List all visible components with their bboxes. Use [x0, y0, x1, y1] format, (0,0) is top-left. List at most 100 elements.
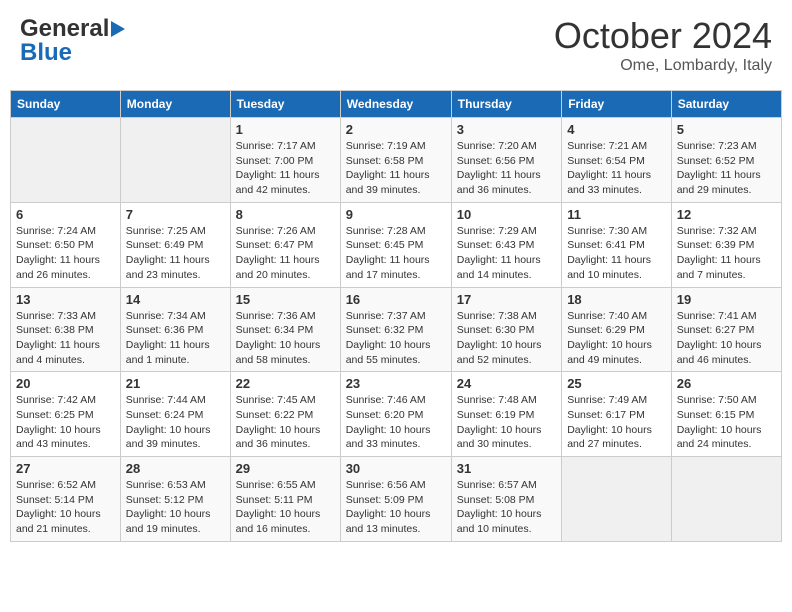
day-number: 19 [677, 292, 776, 307]
calendar-cell: 26Sunrise: 7:50 AMSunset: 6:15 PMDayligh… [671, 372, 781, 457]
calendar-cell: 19 Sunrise: 7:41 AMSunset: 6:27 PMDayligh… [671, 287, 781, 372]
calendar-cell [671, 457, 781, 542]
calendar-cell: 22 Sunrise: 7:45 AMSunset: 6:22 PMDayligh… [230, 372, 340, 457]
weekday-header-thursday: Thursday [451, 91, 561, 118]
calendar-week-row: 13Sunrise: 7:33 AMSunset: 6:38 PMDayligh… [11, 287, 782, 372]
day-number: 15 [236, 292, 335, 307]
calendar-cell: 13Sunrise: 7:33 AMSunset: 6:38 PMDayligh… [11, 287, 121, 372]
weekday-header-monday: Monday [120, 91, 230, 118]
calendar-cell: 3 Sunrise: 7:20 AMSunset: 6:56 PMDaylight… [451, 118, 561, 203]
calendar-cell: 14 Sunrise: 7:34 AMSunset: 6:36 PMDayligh… [120, 287, 230, 372]
day-info: Sunrise: 6:53 AMSunset: 5:12 PMDaylight:… [126, 478, 225, 537]
day-number: 4 [567, 122, 666, 137]
calendar-cell: 25 Sunrise: 7:49 AMSunset: 6:17 PMDayligh… [562, 372, 672, 457]
day-number: 21 [126, 376, 225, 391]
calendar-cell: 17 Sunrise: 7:38 AMSunset: 6:30 PMDayligh… [451, 287, 561, 372]
day-info: Sunrise: 7:30 AMSunset: 6:41 PMDaylight:… [567, 224, 666, 283]
day-number: 3 [457, 122, 556, 137]
calendar-cell: 21 Sunrise: 7:44 AMSunset: 6:24 PMDayligh… [120, 372, 230, 457]
calendar-cell: 11 Sunrise: 7:30 AMSunset: 6:41 PMDayligh… [562, 202, 672, 287]
day-info: Sunrise: 7:29 AMSunset: 6:43 PMDaylight:… [457, 224, 556, 283]
day-info: Sunrise: 6:52 AMSunset: 5:14 PMDaylight:… [16, 478, 115, 537]
logo-arrow-icon [111, 21, 125, 37]
calendar-cell: 9Sunrise: 7:28 AMSunset: 6:45 PMDaylight… [340, 202, 451, 287]
weekday-header-saturday: Saturday [671, 91, 781, 118]
logo-blue: Blue [20, 39, 72, 67]
day-info: Sunrise: 7:34 AMSunset: 6:36 PMDaylight:… [126, 309, 225, 368]
day-info: Sunrise: 7:44 AMSunset: 6:24 PMDaylight:… [126, 393, 225, 452]
calendar-cell: 1 Sunrise: 7:17 AMSunset: 7:00 PMDaylight… [230, 118, 340, 203]
day-number: 28 [126, 461, 225, 476]
day-number: 16 [346, 292, 446, 307]
calendar-cell: 30 Sunrise: 6:56 AMSunset: 5:09 PMDayligh… [340, 457, 451, 542]
day-info: Sunrise: 7:19 AMSunset: 6:58 PMDaylight:… [346, 139, 446, 198]
calendar-cell: 6 Sunrise: 7:24 AMSunset: 6:50 PMDaylight… [11, 202, 121, 287]
day-info: Sunrise: 7:45 AMSunset: 6:22 PMDaylight:… [236, 393, 335, 452]
calendar-cell [11, 118, 121, 203]
logo: General Blue [20, 15, 125, 67]
calendar-cell: 20 Sunrise: 7:42 AMSunset: 6:25 PMDayligh… [11, 372, 121, 457]
weekday-header-row: SundayMondayTuesdayWednesdayThursdayFrid… [11, 91, 782, 118]
day-number: 11 [567, 207, 666, 222]
day-info: Sunrise: 7:26 AMSunset: 6:47 PMDaylight:… [236, 224, 335, 283]
calendar-week-row: 1 Sunrise: 7:17 AMSunset: 7:00 PMDaylight… [11, 118, 782, 203]
calendar-cell: 24Sunrise: 7:48 AMSunset: 6:19 PMDayligh… [451, 372, 561, 457]
calendar-week-row: 6 Sunrise: 7:24 AMSunset: 6:50 PMDaylight… [11, 202, 782, 287]
day-number: 17 [457, 292, 556, 307]
day-info: Sunrise: 6:56 AMSunset: 5:09 PMDaylight:… [346, 478, 446, 537]
day-info: Sunrise: 7:49 AMSunset: 6:17 PMDaylight:… [567, 393, 666, 452]
day-number: 10 [457, 207, 556, 222]
calendar-cell: 7 Sunrise: 7:25 AMSunset: 6:49 PMDaylight… [120, 202, 230, 287]
calendar-cell: 4 Sunrise: 7:21 AMSunset: 6:54 PMDaylight… [562, 118, 672, 203]
day-number: 26 [677, 376, 776, 391]
day-info: Sunrise: 7:25 AMSunset: 6:49 PMDaylight:… [126, 224, 225, 283]
day-info: Sunrise: 7:41 AMSunset: 6:27 PMDaylight:… [677, 309, 776, 368]
day-number: 6 [16, 207, 115, 222]
weekday-header-friday: Friday [562, 91, 672, 118]
month-title: October 2024 [554, 15, 772, 57]
page-header: General Blue October 2024 Ome, Lombardy,… [10, 10, 782, 80]
day-number: 30 [346, 461, 446, 476]
calendar-cell: 29Sunrise: 6:55 AMSunset: 5:11 PMDayligh… [230, 457, 340, 542]
day-info: Sunrise: 7:20 AMSunset: 6:56 PMDaylight:… [457, 139, 556, 198]
calendar-cell: 16Sunrise: 7:37 AMSunset: 6:32 PMDayligh… [340, 287, 451, 372]
day-number: 31 [457, 461, 556, 476]
day-number: 20 [16, 376, 115, 391]
day-number: 27 [16, 461, 115, 476]
calendar-cell: 18 Sunrise: 7:40 AMSunset: 6:29 PMDayligh… [562, 287, 672, 372]
title-block: October 2024 Ome, Lombardy, Italy [554, 15, 772, 75]
day-number: 2 [346, 122, 446, 137]
day-number: 22 [236, 376, 335, 391]
calendar-cell: 2 Sunrise: 7:19 AMSunset: 6:58 PMDaylight… [340, 118, 451, 203]
day-info: Sunrise: 6:57 AMSunset: 5:08 PMDaylight:… [457, 478, 556, 537]
weekday-header-wednesday: Wednesday [340, 91, 451, 118]
day-info: Sunrise: 7:21 AMSunset: 6:54 PMDaylight:… [567, 139, 666, 198]
calendar-cell: 28 Sunrise: 6:53 AMSunset: 5:12 PMDayligh… [120, 457, 230, 542]
day-number: 18 [567, 292, 666, 307]
calendar-cell [562, 457, 672, 542]
day-info: Sunrise: 7:40 AMSunset: 6:29 PMDaylight:… [567, 309, 666, 368]
day-info: Sunrise: 7:17 AMSunset: 7:00 PMDaylight:… [236, 139, 335, 198]
weekday-header-tuesday: Tuesday [230, 91, 340, 118]
day-number: 14 [126, 292, 225, 307]
calendar-cell: 15Sunrise: 7:36 AMSunset: 6:34 PMDayligh… [230, 287, 340, 372]
day-number: 13 [16, 292, 115, 307]
day-number: 5 [677, 122, 776, 137]
day-info: Sunrise: 7:42 AMSunset: 6:25 PMDaylight:… [16, 393, 115, 452]
day-info: Sunrise: 7:46 AMSunset: 6:20 PMDaylight:… [346, 393, 446, 452]
day-number: 24 [457, 376, 556, 391]
day-info: Sunrise: 7:38 AMSunset: 6:30 PMDaylight:… [457, 309, 556, 368]
day-number: 9 [346, 207, 446, 222]
day-number: 1 [236, 122, 335, 137]
day-info: Sunrise: 6:55 AMSunset: 5:11 PMDaylight:… [236, 478, 335, 537]
calendar-cell: 27 Sunrise: 6:52 AMSunset: 5:14 PMDayligh… [11, 457, 121, 542]
day-number: 25 [567, 376, 666, 391]
location-title: Ome, Lombardy, Italy [554, 57, 772, 75]
calendar-table: SundayMondayTuesdayWednesdayThursdayFrid… [10, 90, 782, 542]
day-info: Sunrise: 7:23 AMSunset: 6:52 PMDaylight:… [677, 139, 776, 198]
day-number: 7 [126, 207, 225, 222]
day-info: Sunrise: 7:24 AMSunset: 6:50 PMDaylight:… [16, 224, 115, 283]
calendar-cell: 8Sunrise: 7:26 AMSunset: 6:47 PMDaylight… [230, 202, 340, 287]
day-number: 12 [677, 207, 776, 222]
calendar-week-row: 27 Sunrise: 6:52 AMSunset: 5:14 PMDayligh… [11, 457, 782, 542]
